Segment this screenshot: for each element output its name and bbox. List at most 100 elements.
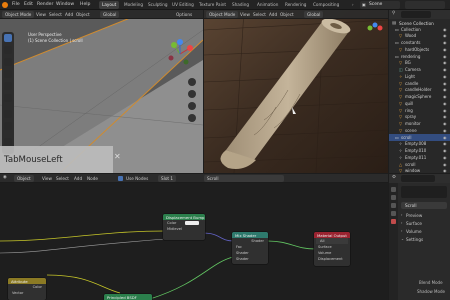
transform-tool-icon[interactable] bbox=[4, 94, 12, 102]
node-mix-shader[interactable]: Mix Shader Shader Fac Shader Shader bbox=[232, 232, 268, 264]
zoom-view-icon[interactable] bbox=[188, 78, 196, 86]
menu-add-node[interactable]: Add bbox=[74, 176, 82, 181]
outliner-row[interactable]: ▽ scene ◉ bbox=[389, 127, 450, 134]
visibility-eye-icon[interactable]: ◉ bbox=[443, 67, 447, 72]
visibility-eye-icon[interactable]: ◉ bbox=[443, 128, 447, 133]
camera-view-icon[interactable] bbox=[188, 102, 196, 110]
visibility-eye-icon[interactable]: ◉ bbox=[443, 162, 447, 167]
slot-dropdown[interactable]: Slot 1 bbox=[158, 175, 177, 182]
outliner-filter-icon[interactable]: ⚲ bbox=[392, 11, 395, 16]
section-volume[interactable]: › Volume bbox=[401, 228, 447, 234]
menu-add-right[interactable]: Add bbox=[269, 12, 277, 17]
visibility-eye-icon[interactable]: ◉ bbox=[443, 33, 447, 38]
ortho-toggle-icon[interactable] bbox=[188, 114, 196, 122]
menu-select-left[interactable]: Select bbox=[49, 12, 62, 17]
tab-layout[interactable]: Layout bbox=[99, 1, 120, 9]
outliner-row[interactable]: ▽ candleHolder ◉ bbox=[389, 87, 450, 94]
move-tool-icon[interactable] bbox=[4, 58, 12, 66]
properties-search-input[interactable] bbox=[401, 175, 435, 182]
outliner-row[interactable]: ◫ Camera ◉ bbox=[389, 67, 450, 74]
node-material-output[interactable]: Material Output All Surface Volume Displ… bbox=[314, 232, 350, 266]
orientation-dropdown-left[interactable]: Global bbox=[100, 11, 120, 18]
visibility-eye-icon[interactable]: ◉ bbox=[443, 60, 447, 65]
menu-object-left[interactable]: Object bbox=[76, 12, 90, 17]
outliner-row[interactable]: ✧ Light ◉ bbox=[389, 73, 450, 80]
visibility-eye-icon[interactable]: ◉ bbox=[443, 148, 447, 153]
measure-tool-icon[interactable] bbox=[4, 122, 12, 130]
outliner-row[interactable]: ▽ window ◉ bbox=[389, 168, 450, 173]
scripting-chevron-icon[interactable]: › bbox=[352, 2, 354, 7]
outliner-row[interactable]: ⊹ Empty.011 ◉ bbox=[389, 154, 450, 161]
view-layer-selector[interactable] bbox=[405, 1, 445, 9]
visibility-eye-icon[interactable]: ◉ bbox=[443, 155, 447, 160]
menu-object-right[interactable]: Object bbox=[280, 12, 294, 17]
color-swatch[interactable] bbox=[185, 221, 199, 225]
node-displacement[interactable]: Displacement Bump Color Midlevel bbox=[163, 214, 205, 240]
outliner-row[interactable]: ▽ hardObjects ◉ bbox=[389, 46, 450, 53]
menu-select-node[interactable]: Select bbox=[56, 176, 69, 181]
annotate-tool-icon[interactable] bbox=[4, 110, 12, 118]
visibility-eye-icon[interactable]: ◉ bbox=[443, 141, 447, 146]
tab-rendering[interactable]: Rendering bbox=[282, 1, 309, 9]
menu-window[interactable]: Window bbox=[56, 2, 74, 7]
outliner-row[interactable]: ▽ spray ◉ bbox=[389, 114, 450, 121]
outliner-row[interactable]: ▽ monitor ◉ bbox=[389, 121, 450, 128]
tab-sculpting[interactable]: Sculpting bbox=[145, 1, 171, 9]
outliner-row[interactable]: ▽ Wood ◉ bbox=[389, 33, 450, 40]
menu-view-right[interactable]: View bbox=[240, 12, 250, 17]
section-surface[interactable]: › Surface bbox=[401, 220, 447, 226]
outliner-row[interactable]: ⊹ Empty.008 ◉ bbox=[389, 141, 450, 148]
navigation-gizmo-icon[interactable] bbox=[164, 38, 196, 70]
outliner-row[interactable]: ▽ ring ◉ bbox=[389, 107, 450, 114]
menu-help[interactable]: Help bbox=[80, 2, 90, 7]
menu-select-right[interactable]: Select bbox=[253, 12, 266, 17]
visibility-eye-icon[interactable]: ◉ bbox=[443, 54, 447, 59]
visibility-eye-icon[interactable]: ◉ bbox=[443, 74, 447, 79]
node-principled[interactable]: Principled BSDF bbox=[104, 294, 152, 300]
menu-view-left[interactable]: View bbox=[36, 12, 46, 17]
visibility-eye-icon[interactable]: ◉ bbox=[443, 108, 447, 113]
viewport-right[interactable]: Object Mode View Select Add Object Globa… bbox=[204, 10, 388, 173]
use-nodes-checkbox[interactable] bbox=[118, 176, 123, 181]
menu-node-node[interactable]: Node bbox=[87, 176, 98, 181]
object-type-dropdown[interactable]: Object bbox=[14, 175, 34, 182]
tab-animation[interactable]: Animation bbox=[254, 1, 281, 9]
editor-type-icon[interactable]: ◉ bbox=[3, 175, 7, 180]
tab-compositing[interactable]: Compositing bbox=[310, 1, 342, 9]
rotate-tool-icon[interactable] bbox=[4, 70, 12, 78]
visibility-eye-icon[interactable]: ◉ bbox=[443, 40, 447, 45]
outliner-row[interactable]: △ scroll ◉ bbox=[389, 161, 450, 168]
visibility-eye-icon[interactable]: ◉ bbox=[443, 101, 447, 106]
menu-render[interactable]: Render bbox=[37, 2, 53, 7]
outliner-row[interactable]: ▽ candle ◉ bbox=[389, 80, 450, 87]
visibility-eye-icon[interactable]: ◉ bbox=[443, 114, 447, 119]
material-name-field[interactable]: Scroll bbox=[401, 202, 447, 209]
scene-selector[interactable]: ▣ Scene bbox=[360, 1, 400, 9]
add-cube-tool-icon[interactable] bbox=[4, 138, 12, 146]
properties-editor-icon[interactable]: ⚙ bbox=[392, 175, 396, 180]
tab-shading[interactable]: Shading bbox=[229, 1, 252, 9]
options-dropdown-left[interactable]: Options bbox=[176, 12, 192, 17]
node-editor[interactable]: ◉ Object View Select Add Node Use Nodes … bbox=[0, 174, 388, 300]
menu-edit[interactable]: Edit bbox=[24, 2, 33, 7]
menu-file[interactable]: File bbox=[12, 2, 20, 7]
navigation-gizmo-right-icon[interactable] bbox=[364, 22, 386, 44]
visibility-eye-icon[interactable]: ◉ bbox=[443, 94, 447, 99]
cursor-tool-icon[interactable] bbox=[4, 46, 12, 54]
outliner-search-input[interactable] bbox=[401, 11, 431, 18]
select-box-tool-icon[interactable] bbox=[4, 34, 12, 42]
tab-object-icon[interactable] bbox=[391, 203, 396, 208]
material-slot-list[interactable] bbox=[401, 186, 447, 198]
visibility-eye-icon[interactable]: ◉ bbox=[443, 81, 447, 86]
outliner-row[interactable]: ▭ constants ◉ bbox=[389, 40, 450, 47]
mode-dropdown-left[interactable]: Object Mode bbox=[2, 11, 35, 18]
outliner-row[interactable]: ▭ Collection ◉ bbox=[389, 26, 450, 33]
visibility-eye-icon[interactable]: ◉ bbox=[443, 87, 447, 92]
orientation-dropdown-right[interactable]: Global bbox=[304, 11, 324, 18]
pan-view-icon[interactable] bbox=[188, 90, 196, 98]
section-settings[interactable]: ⌄ Settings bbox=[401, 236, 447, 242]
visibility-eye-icon[interactable]: ◉ bbox=[443, 27, 447, 32]
outliner-row[interactable]: ▭ scroll ◉ bbox=[389, 134, 450, 141]
menu-view-node[interactable]: View bbox=[42, 176, 52, 181]
outliner-row[interactable]: ▽ quill ◉ bbox=[389, 100, 450, 107]
